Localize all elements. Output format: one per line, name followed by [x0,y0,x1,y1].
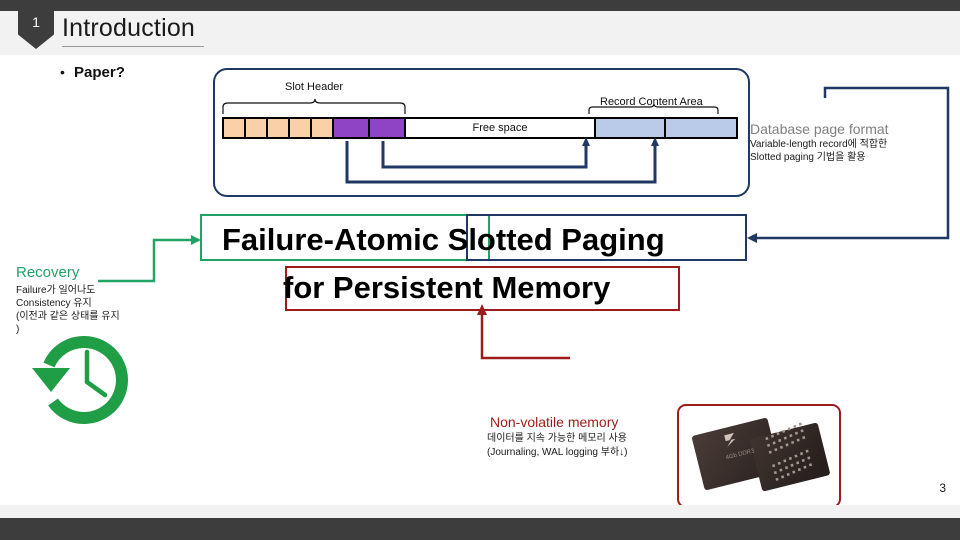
chip-pin-grid: 4Gb DDR3 [724,422,813,481]
slot-cell [224,119,246,137]
page-byte-strip: Free space [222,117,738,139]
top-accent-bar [0,0,960,11]
nvm-chip-image: 4Gb DDR3 [677,404,841,508]
bottom-accent-bar [0,518,960,540]
title-underline [62,46,204,47]
bullet-label: Paper? [74,64,125,81]
navy-connector-arrow [747,233,757,243]
bullet-marker: • [60,64,65,80]
db-caption-heading: Database page format [750,121,889,137]
slot-cell [312,119,334,137]
slot-header-label: Slot Header [285,81,344,93]
paper-title-line1: Failure-Atomic Slotted Paging [222,222,665,257]
slot-cell [268,119,290,137]
recovery-clock-icon [32,335,128,424]
db-caption-line1: Variable-length record에 적합한 [750,139,888,150]
db-caption: Database page format Variable-length rec… [750,120,955,164]
slot-cell [290,119,312,137]
green-connector-line [98,238,192,283]
recovery-line2: Consistency 유지 [16,298,92,309]
record-cell [666,119,736,137]
recovery-heading: Recovery [16,264,80,281]
page-number: 3 [939,481,946,495]
svg-text:4Gb DDR3: 4Gb DDR3 [725,448,756,461]
recovery-line4: ) [16,324,20,335]
footer-band [0,505,960,518]
nvm-heading: Non-volatile memory [490,414,619,430]
record-content-area-label: Record Content Area [600,96,703,108]
bullet-paper: • Paper? [60,64,125,81]
pointer-cell [334,119,370,137]
nvm-body: 데이터를 지속 가능한 메모리 사용 (Journaling, WAL logg… [487,432,697,460]
recovery-body: Failure가 일어나도 Consistency 유지 (이전과 같은 상태를… [16,284,176,336]
slot-cell [246,119,268,137]
db-caption-line2: Slotted paging 기법을 활용 [750,152,866,163]
section-number-text: 1 [32,14,40,30]
nvm-line1: 데이터를 지속 가능한 메모리 사용 [487,433,627,444]
pointer-cell [370,119,406,137]
page-title: Introduction [62,14,196,42]
slide: 1 Introduction • Paper? Slot Header Recor… [0,0,960,540]
paper-title-line2: for Persistent Memory [283,270,611,305]
red-connector-line [480,314,570,360]
free-space-cell: Free space [406,119,596,137]
nvm-line2: (Journaling, WAL logging 부하↓) [487,447,628,458]
record-cell [596,119,666,137]
recovery-line3: (이전과 같은 상태를 유지 [16,311,120,322]
recovery-line1: Failure가 일어나도 [16,285,96,296]
